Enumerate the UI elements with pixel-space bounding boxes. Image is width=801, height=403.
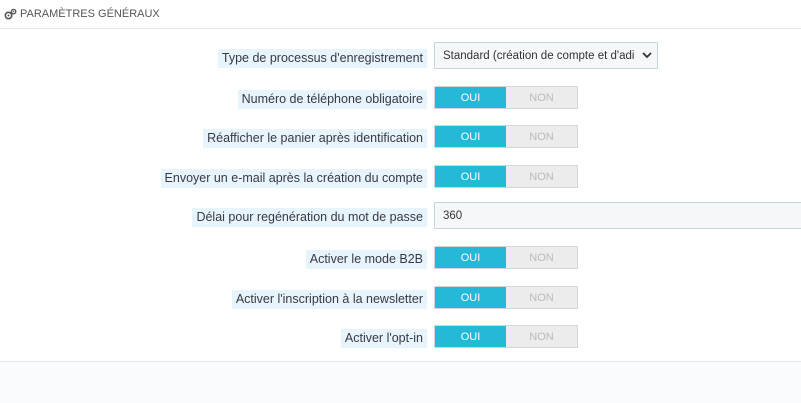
send-email-no[interactable]: NON	[506, 166, 577, 187]
send-email-switch[interactable]: OUI NON	[434, 165, 578, 188]
phone-required-label: Numéro de téléphone obligatoire	[237, 90, 427, 109]
send-email-row: Envoyer un e-mail après la création du c…	[0, 165, 801, 195]
b2b-mode-yes[interactable]: OUI	[435, 247, 506, 268]
phone-required-row: Numéro de téléphone obligatoire OUI NON	[0, 86, 801, 116]
password-regen-row: Délai pour regénération du mot de passe …	[0, 202, 801, 232]
registration-process-row: Type de processus d'enregistrement Stand…	[0, 42, 801, 72]
cart-after-login-label: Réafficher le panier après identificatio…	[203, 129, 427, 148]
chevron-down-icon	[639, 43, 655, 68]
phone-required-yes[interactable]: OUI	[435, 87, 506, 108]
b2b-mode-row: Activer le mode B2B OUI NON	[0, 246, 801, 276]
password-regen-input[interactable]: 360	[434, 202, 801, 229]
newsletter-yes[interactable]: OUI	[435, 287, 506, 308]
optin-yes[interactable]: OUI	[435, 326, 506, 347]
newsletter-row: Activer l'inscription à la newsletter OU…	[0, 286, 801, 316]
phone-required-switch[interactable]: OUI NON	[434, 86, 578, 109]
registration-process-label: Type de processus d'enregistrement	[217, 49, 427, 68]
cart-after-login-switch[interactable]: OUI NON	[434, 125, 578, 148]
optin-row: Activer l'opt-in OUI NON	[0, 325, 801, 355]
b2b-mode-switch[interactable]: OUI NON	[434, 246, 578, 269]
b2b-mode-label: Activer le mode B2B	[305, 250, 427, 269]
newsletter-switch[interactable]: OUI NON	[434, 286, 578, 309]
optin-label: Activer l'opt-in	[340, 329, 427, 348]
registration-process-value: Standard (création de compte et d'adi	[443, 49, 635, 62]
optin-no[interactable]: NON	[506, 326, 577, 347]
phone-required-no[interactable]: NON	[506, 87, 577, 108]
newsletter-label: Activer l'inscription à la newsletter	[231, 290, 427, 309]
cogs-icon	[4, 8, 17, 21]
send-email-yes[interactable]: OUI	[435, 166, 506, 187]
registration-process-select[interactable]: Standard (création de compte et d'adi	[434, 42, 658, 69]
panel-heading: PARAMÈTRES GÉNÉRAUX	[0, 0, 801, 29]
optin-switch[interactable]: OUI NON	[434, 325, 578, 348]
send-email-label: Envoyer un e-mail après la création du c…	[160, 169, 427, 188]
panel-title: PARAMÈTRES GÉNÉRAUX	[20, 8, 160, 20]
cart-after-login-yes[interactable]: OUI	[435, 126, 506, 147]
newsletter-no[interactable]: NON	[506, 287, 577, 308]
password-regen-label: Délai pour regénération du mot de passe	[192, 208, 427, 227]
cart-after-login-row: Réafficher le panier après identificatio…	[0, 125, 801, 155]
b2b-mode-no[interactable]: NON	[506, 247, 577, 268]
panel-footer	[0, 361, 801, 403]
cart-after-login-no[interactable]: NON	[506, 126, 577, 147]
